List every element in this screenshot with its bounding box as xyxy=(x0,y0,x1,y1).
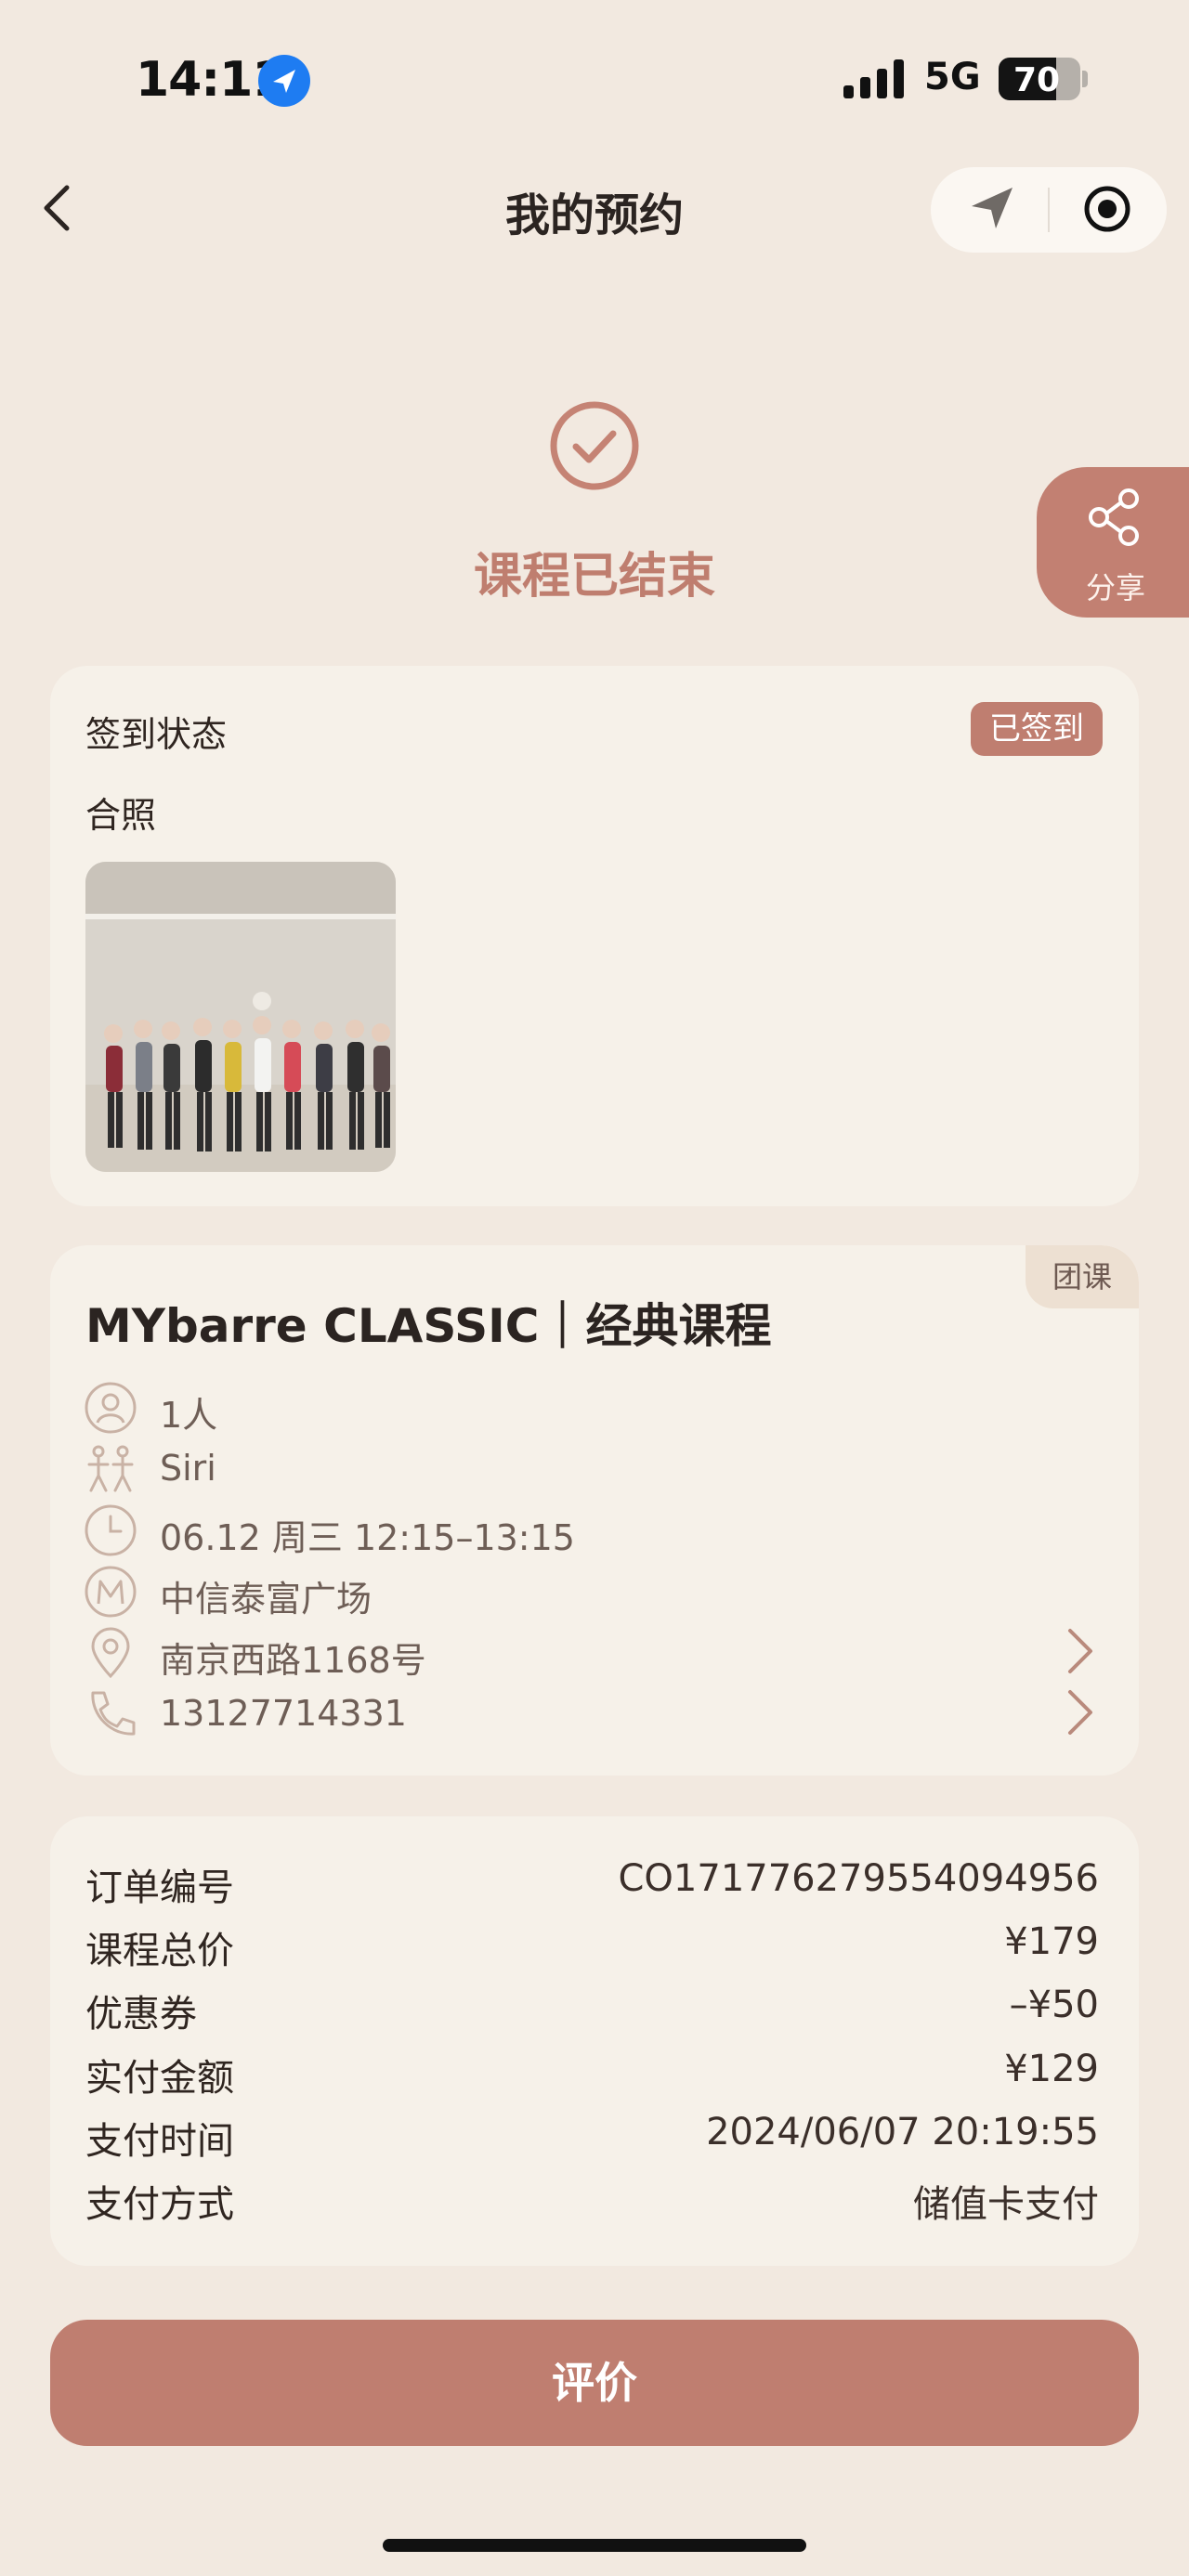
course-people: 1人 xyxy=(160,1395,218,1436)
coupon-label: 优惠券 xyxy=(85,1993,197,2036)
course-studio: 中信泰富广场 xyxy=(160,1579,372,1620)
coupon-value: –¥50 xyxy=(1009,1984,1099,2026)
paid-amount-value: ¥129 xyxy=(1004,2048,1099,2090)
review-button[interactable]: 评价 xyxy=(50,2320,1139,2446)
phone-icon xyxy=(91,1691,136,1736)
group-photo[interactable] xyxy=(85,862,396,1172)
address-chevron-right-icon[interactable] xyxy=(1061,1627,1098,1675)
checkin-label: 签到状态 xyxy=(85,714,228,755)
coach-icon xyxy=(87,1445,134,1492)
cellular-signal-icon xyxy=(843,59,904,98)
payment-time-value: 2024/06/07 20:19:55 xyxy=(706,2111,1099,2153)
order-number-label: 订单编号 xyxy=(85,1867,234,1909)
course-type-tag: 团课 xyxy=(1026,1245,1139,1308)
total-price-value: ¥179 xyxy=(1004,1920,1099,1963)
battery-icon: 70 xyxy=(999,58,1080,100)
battery-level: 70 xyxy=(1013,61,1061,99)
payment-time-label: 支付时间 xyxy=(85,2120,234,2163)
course-coach: Siri xyxy=(160,1448,216,1489)
person-icon xyxy=(85,1382,137,1434)
studio-logo-icon xyxy=(85,1566,137,1618)
order-number-value: CO171776279554094956 xyxy=(618,1857,1100,1900)
payment-method-label: 支付方式 xyxy=(85,2183,234,2226)
battery-tip xyxy=(1082,71,1088,87)
close-target-icon[interactable] xyxy=(1082,184,1132,234)
course-address[interactable]: 南京西路1168号 xyxy=(160,1632,426,1683)
share-label[interactable]: 分享 xyxy=(1037,565,1189,607)
capsule-divider xyxy=(1048,188,1050,232)
paid-amount-label: 实付金额 xyxy=(85,2057,234,2100)
total-price-label: 课程总价 xyxy=(85,1930,234,1972)
checkin-status-badge: 已签到 xyxy=(971,702,1103,756)
course-title: MYbarre CLASSIC｜经典课程 xyxy=(85,1299,772,1353)
share-icon[interactable] xyxy=(1084,488,1143,547)
location-pin-icon xyxy=(91,1627,130,1679)
location-active-icon xyxy=(258,55,310,107)
completed-check-icon xyxy=(550,401,639,490)
home-indicator[interactable] xyxy=(383,2539,806,2552)
payment-method-value: 储值卡支付 xyxy=(913,2183,1099,2226)
course-status-title: 课程已结束 xyxy=(473,549,715,605)
course-phone[interactable]: 13127714331 xyxy=(160,1693,407,1734)
course-time: 06.12 周三 12:15–13:15 xyxy=(160,1517,575,1558)
group-photo-label: 合照 xyxy=(85,795,157,836)
network-type: 5G xyxy=(924,56,981,98)
navigation-arrow-icon[interactable] xyxy=(966,182,1018,234)
clock-icon xyxy=(85,1504,137,1556)
phone-chevron-right-icon[interactable] xyxy=(1061,1688,1098,1737)
